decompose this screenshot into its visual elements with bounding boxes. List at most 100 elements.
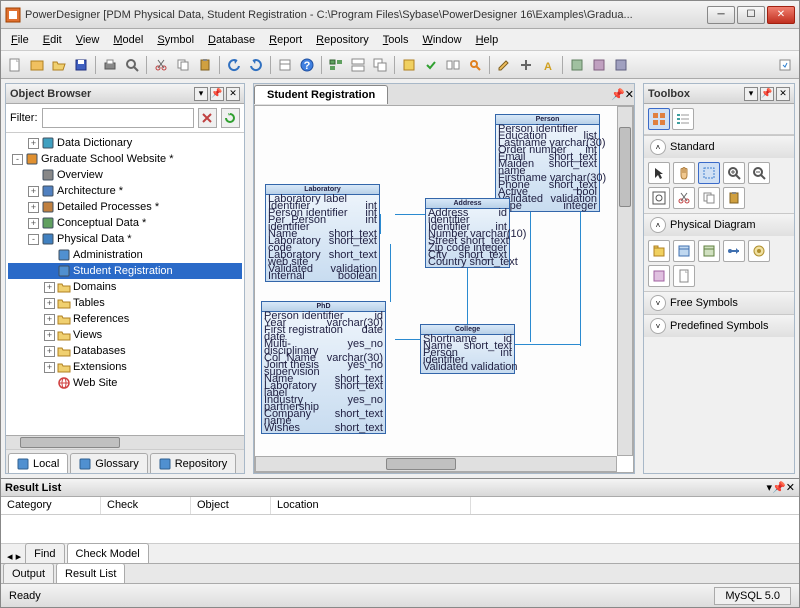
tool-procedure[interactable] bbox=[748, 240, 770, 262]
tree-item[interactable]: +Data Dictionary bbox=[8, 135, 242, 151]
undo-icon[interactable] bbox=[224, 55, 244, 75]
inner-tab-find[interactable]: Find bbox=[25, 543, 64, 563]
toolbox-pin-icon[interactable]: 📌 bbox=[760, 87, 774, 101]
expand-icon[interactable]: + bbox=[44, 282, 55, 293]
filter-refresh-icon[interactable] bbox=[221, 108, 240, 128]
tool-file[interactable] bbox=[673, 265, 695, 287]
window-cascade-icon[interactable] bbox=[370, 55, 390, 75]
result-column-object[interactable]: Object bbox=[191, 497, 271, 514]
diagram-canvas[interactable]: PersonPerson identifierEducationlistLast… bbox=[254, 106, 634, 473]
tree-item[interactable]: -Physical Data * bbox=[8, 231, 242, 247]
save-icon[interactable] bbox=[71, 55, 91, 75]
extra2-icon[interactable] bbox=[589, 55, 609, 75]
expand-icon[interactable]: + bbox=[44, 314, 55, 325]
toolbox-section-standard[interactable]: ˄Standard bbox=[644, 136, 794, 158]
generate-icon[interactable] bbox=[399, 55, 419, 75]
expand-icon[interactable]: + bbox=[44, 346, 55, 357]
grabber-icon[interactable] bbox=[516, 55, 536, 75]
tree-item[interactable]: +Databases bbox=[8, 343, 242, 359]
preview-icon[interactable] bbox=[122, 55, 142, 75]
browser-tab-local[interactable]: Local bbox=[8, 453, 68, 473]
menu-database[interactable]: Database bbox=[202, 32, 261, 48]
customize-icon[interactable] bbox=[775, 55, 795, 75]
tree-item[interactable]: +References bbox=[8, 311, 242, 327]
relationship-line[interactable] bbox=[380, 214, 381, 234]
menu-file[interactable]: File bbox=[5, 32, 35, 48]
filter-clear-icon[interactable] bbox=[198, 108, 217, 128]
result-column-check[interactable]: Check bbox=[101, 497, 191, 514]
toolbox-section-predefined-symbols[interactable]: ˅Predefined Symbols bbox=[644, 315, 794, 337]
relationship-line[interactable] bbox=[515, 344, 580, 345]
compare-icon[interactable] bbox=[443, 55, 463, 75]
cut-icon[interactable] bbox=[151, 55, 171, 75]
tool-lasso[interactable] bbox=[698, 162, 720, 184]
tool-zoom-in[interactable] bbox=[723, 162, 745, 184]
relationship-line[interactable] bbox=[390, 244, 391, 302]
open-icon[interactable] bbox=[49, 55, 69, 75]
paste-icon[interactable] bbox=[195, 55, 215, 75]
expand-icon[interactable]: + bbox=[28, 138, 39, 149]
tool-package[interactable] bbox=[648, 240, 670, 262]
canvas-hscrollbar[interactable] bbox=[255, 456, 617, 472]
extra1-icon[interactable] bbox=[567, 55, 587, 75]
properties-icon[interactable] bbox=[275, 55, 295, 75]
tree-item[interactable]: Web Site bbox=[8, 375, 242, 391]
status-database[interactable]: MySQL 5.0 bbox=[714, 587, 791, 605]
menu-repository[interactable]: Repository bbox=[310, 32, 375, 48]
tree-item[interactable]: -Graduate School Website * bbox=[8, 151, 242, 167]
menu-window[interactable]: Window bbox=[416, 32, 467, 48]
tool-copy[interactable] bbox=[698, 187, 720, 209]
menu-tools[interactable]: Tools bbox=[377, 32, 415, 48]
canvas-tab[interactable]: Student Registration bbox=[254, 85, 388, 104]
toolbox-close-icon[interactable]: ✕ bbox=[776, 87, 790, 101]
toolbox-large-icons[interactable] bbox=[648, 108, 670, 130]
filter-input[interactable] bbox=[42, 108, 194, 128]
new-icon[interactable] bbox=[5, 55, 25, 75]
menu-view[interactable]: View bbox=[70, 32, 106, 48]
close-button[interactable]: ✕ bbox=[767, 6, 795, 24]
expand-icon[interactable]: + bbox=[44, 362, 55, 373]
menu-help[interactable]: Help bbox=[470, 32, 505, 48]
collapse-icon[interactable]: - bbox=[12, 154, 23, 165]
tree-item[interactable]: Overview bbox=[8, 167, 242, 183]
result-pin-icon[interactable]: 📌 bbox=[772, 481, 786, 494]
result-column-category[interactable]: Category bbox=[1, 497, 101, 514]
print-icon[interactable] bbox=[100, 55, 120, 75]
find-icon[interactable] bbox=[465, 55, 485, 75]
tree-item[interactable]: +Architecture * bbox=[8, 183, 242, 199]
extra3-icon[interactable] bbox=[611, 55, 631, 75]
browser-tab-repository[interactable]: Repository bbox=[150, 453, 237, 473]
menu-symbol[interactable]: Symbol bbox=[151, 32, 200, 48]
canvas-vscrollbar[interactable] bbox=[617, 106, 633, 456]
tree-item[interactable]: Student Registration bbox=[8, 263, 242, 279]
tool-cut[interactable] bbox=[673, 187, 695, 209]
expand-icon[interactable]: + bbox=[44, 330, 55, 341]
collapse-icon[interactable]: - bbox=[28, 234, 39, 245]
tree-item[interactable]: +Detailed Processes * bbox=[8, 199, 242, 215]
tool-hand[interactable] bbox=[673, 162, 695, 184]
expand-icon[interactable]: + bbox=[28, 218, 39, 229]
tool-zoom-fit[interactable] bbox=[648, 187, 670, 209]
inner-tab-check-model[interactable]: Check Model bbox=[67, 543, 149, 563]
output-tab-output[interactable]: Output bbox=[3, 563, 54, 583]
browser-tab-glossary[interactable]: Glossary bbox=[70, 453, 147, 473]
entity-laboratory[interactable]: LaboratoryLaboratory labelIdentifierintP… bbox=[265, 184, 380, 282]
result-close-icon[interactable]: ✕ bbox=[786, 481, 795, 494]
toolbox-dropdown-icon[interactable]: ▾ bbox=[744, 87, 758, 101]
window-list-icon[interactable] bbox=[326, 55, 346, 75]
tool-paste[interactable] bbox=[723, 187, 745, 209]
tool-reference[interactable] bbox=[723, 240, 745, 262]
check-icon[interactable] bbox=[421, 55, 441, 75]
panel-dropdown-icon[interactable]: ▾ bbox=[194, 87, 208, 101]
tool-zoom-out[interactable] bbox=[748, 162, 770, 184]
canvas-close-icon[interactable]: ✕ bbox=[625, 88, 634, 101]
expand-icon[interactable]: + bbox=[28, 186, 39, 197]
toolbox-list-view[interactable] bbox=[672, 108, 694, 130]
expand-icon[interactable]: + bbox=[28, 202, 39, 213]
menu-report[interactable]: Report bbox=[263, 32, 308, 48]
toolbox-section-free-symbols[interactable]: ˅Free Symbols bbox=[644, 292, 794, 314]
menu-edit[interactable]: Edit bbox=[37, 32, 68, 48]
expand-icon[interactable]: + bbox=[44, 298, 55, 309]
tool-view[interactable] bbox=[698, 240, 720, 262]
tree-hscrollbar[interactable] bbox=[6, 435, 244, 449]
